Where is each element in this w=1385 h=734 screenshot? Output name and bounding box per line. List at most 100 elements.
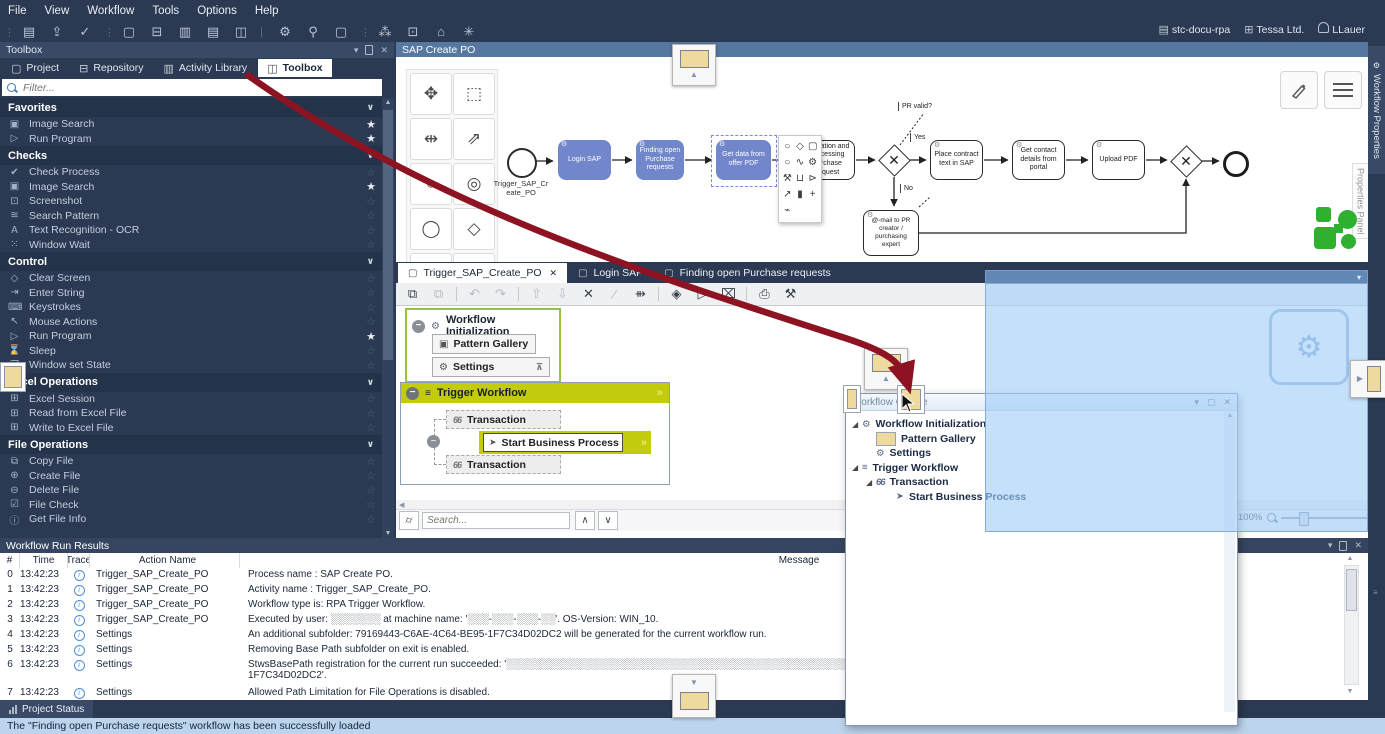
- start-business-process-step[interactable]: ➤Start Business Process »: [479, 431, 651, 454]
- tab-activity-library[interactable]: ▥Activity Library: [155, 59, 257, 77]
- panel-collapse-icon[interactable]: ▾: [354, 45, 359, 56]
- menu-tools[interactable]: Tools: [152, 5, 179, 17]
- column-num[interactable]: #: [0, 553, 20, 568]
- transaction-step[interactable]: 66Transaction: [446, 455, 561, 474]
- favorite-star-icon[interactable]: [366, 224, 376, 237]
- delete-node-icon[interactable]: ⊔: [794, 170, 807, 186]
- toolbox-item-write-excel[interactable]: ⊞Write to Excel File: [0, 421, 382, 436]
- toolbox-item-window-wait[interactable]: ⁙Window Wait: [0, 238, 382, 253]
- workflow-properties-tab[interactable]: ⚙Workflow Properties: [1368, 46, 1385, 174]
- toolbox-item-search-pattern[interactable]: ≋Search Pattern: [0, 209, 382, 224]
- process-tree-icon[interactable]: ⁂: [376, 23, 394, 41]
- attachment-icon[interactable]: ⚲: [304, 23, 322, 41]
- favorite-star-icon[interactable]: [366, 392, 376, 405]
- toolbox-item-run-program[interactable]: ▷Run Program: [0, 329, 382, 344]
- favorite-star-icon[interactable]: [366, 118, 376, 131]
- task-place-contract-text[interactable]: ⚙Place contract text in SAP: [930, 140, 983, 180]
- find-next-icon[interactable]: ∨: [598, 511, 618, 530]
- toolbox-item-check-process[interactable]: ✔Check Process: [0, 165, 382, 180]
- trigger-workflow-header[interactable]: − ≡ Trigger Workflow »: [401, 383, 669, 403]
- tab-project[interactable]: ▢Project: [2, 59, 68, 77]
- toolbox-item-get-file-info[interactable]: ⓘGet File Info: [0, 512, 382, 527]
- map-icon[interactable]: ▦: [453, 253, 495, 262]
- tab-login-sap[interactable]: ▢Login SAP: [568, 263, 653, 283]
- workflow-initialization-block[interactable]: −⚙Workflow Initialization ▣Pattern Galle…: [405, 308, 561, 383]
- bookmark-icon[interactable]: ▮: [794, 186, 807, 202]
- menu-options[interactable]: Options: [197, 5, 237, 17]
- activity-library-icon[interactable]: ▥: [176, 23, 194, 41]
- connect-tool-icon[interactable]: ⇗: [453, 118, 495, 160]
- settings-button[interactable]: ⚙Settings⊼: [432, 357, 550, 377]
- dock-guide-bottom[interactable]: ▼: [672, 674, 716, 718]
- expander-icon[interactable]: ◢: [852, 463, 862, 472]
- toolbox-item-sleep[interactable]: ⌛Sleep: [0, 344, 382, 359]
- end-event[interactable]: [1223, 151, 1249, 177]
- document-icon[interactable]: ▢: [332, 23, 350, 41]
- delete-icon[interactable]: ✕: [580, 286, 597, 302]
- remote-desktop-icon[interactable]: ⊡: [404, 23, 422, 41]
- favorite-star-icon[interactable]: [366, 484, 376, 497]
- section-excel-operations[interactable]: Excel Operations∨: [0, 373, 382, 392]
- lasso-tool-icon[interactable]: ⬚: [453, 73, 495, 115]
- bpmn-canvas[interactable]: ✥ ⬚ ⇹ ⇗ ○ ◎ ◯ ◇ ▷ ▦ ▢ ≋ Trigger_SAP_Crea…: [396, 57, 1368, 262]
- toolbox-item-clear-screen[interactable]: ◇Clear Screen: [0, 271, 382, 286]
- favorite-star-icon[interactable]: [366, 498, 376, 511]
- transaction-step[interactable]: 66Transaction: [446, 410, 561, 429]
- favorite-star-icon[interactable]: [366, 455, 376, 468]
- dock-guide-right[interactable]: ▶: [1350, 360, 1385, 398]
- wrench-icon[interactable]: ⚒: [781, 170, 794, 186]
- panel-pin-icon[interactable]: [365, 45, 373, 55]
- favorite-star-icon[interactable]: [366, 272, 376, 285]
- transport-icon[interactable]: ⇻: [632, 286, 649, 302]
- append-start-event-icon[interactable]: ○: [781, 138, 794, 154]
- panel-collapse-icon[interactable]: ▾: [1328, 540, 1333, 551]
- hand-tool-icon[interactable]: ✥: [410, 73, 452, 115]
- new-document-icon[interactable]: ▢: [120, 23, 138, 41]
- favorite-star-icon[interactable]: [366, 286, 376, 299]
- end-event-icon[interactable]: ◯: [410, 208, 452, 250]
- column-trace[interactable]: Trace: [68, 553, 90, 568]
- gateway-icon[interactable]: ◇: [453, 208, 495, 250]
- task-login-sap[interactable]: ⚙Login SAP: [558, 140, 611, 180]
- menu-help[interactable]: Help: [255, 5, 279, 17]
- task-get-contact-details[interactable]: ⚙Get contact details from portal: [1012, 140, 1065, 180]
- copy-icon[interactable]: ⧉: [404, 286, 421, 302]
- dock-guide-top[interactable]: ▲: [672, 44, 716, 86]
- toolbox-item-keystrokes[interactable]: ⌨Keystrokes: [0, 300, 382, 315]
- toolbox-item-window-set-state[interactable]: ❐Window set State: [0, 358, 382, 373]
- favorite-star-icon[interactable]: [366, 238, 376, 251]
- annotation-icon[interactable]: ∿: [794, 154, 807, 170]
- column-time[interactable]: Time: [20, 553, 68, 568]
- task-finding-open-purchase-requests[interactable]: ⚙Finding open Purchase requests: [636, 140, 684, 180]
- report-icon[interactable]: ▤: [204, 23, 222, 41]
- menu-workflow[interactable]: Workflow: [87, 5, 134, 17]
- print-icon[interactable]: ⎙: [756, 286, 773, 302]
- trash-icon[interactable]: ⌧: [720, 286, 737, 302]
- panel-close-icon[interactable]: ✕: [1354, 540, 1362, 551]
- tab-trigger-sap-create-po[interactable]: ▢Trigger_SAP_Create_PO✕: [398, 263, 567, 283]
- scroll-up-icon[interactable]: ▲: [382, 99, 394, 106]
- task-email-pr-creator[interactable]: ⚙@-mail to PR creator / purchasing exper…: [863, 210, 919, 256]
- column-action-name[interactable]: Action Name: [90, 553, 240, 568]
- move-up-icon[interactable]: ⇧: [528, 286, 545, 302]
- toolbox-scrollbar[interactable]: ▲ ▼: [382, 98, 394, 538]
- favorite-star-icon[interactable]: [366, 166, 376, 179]
- archive-icon[interactable]: ◫: [232, 23, 250, 41]
- scroll-left-icon[interactable]: ◀: [399, 501, 404, 509]
- home-icon[interactable]: ⌂: [432, 23, 450, 41]
- scroll-down-icon[interactable]: ▼: [1344, 688, 1356, 695]
- gateway-pr-valid[interactable]: ✕: [879, 145, 909, 175]
- expander-icon[interactable]: ◢: [852, 420, 862, 429]
- collapse-icon[interactable]: −: [406, 387, 419, 400]
- run-icon[interactable]: ▷: [694, 286, 711, 302]
- pattern-gallery-button[interactable]: ▣Pattern Gallery: [432, 334, 536, 354]
- toolbox-item-image-search[interactable]: ▣Image Search: [0, 180, 382, 195]
- gear-icon[interactable]: ⚙: [276, 23, 294, 41]
- space-tool-icon[interactable]: ⇹: [410, 118, 452, 160]
- settings-gears-icon[interactable]: ⚙: [806, 154, 819, 170]
- toolbox-item-read-excel[interactable]: ⊞Read from Excel File: [0, 406, 382, 421]
- favorite-star-icon[interactable]: [366, 330, 376, 343]
- append-task-icon[interactable]: ▢: [806, 138, 819, 154]
- redo-icon[interactable]: ↷: [492, 286, 509, 302]
- favorite-star-icon[interactable]: [366, 469, 376, 482]
